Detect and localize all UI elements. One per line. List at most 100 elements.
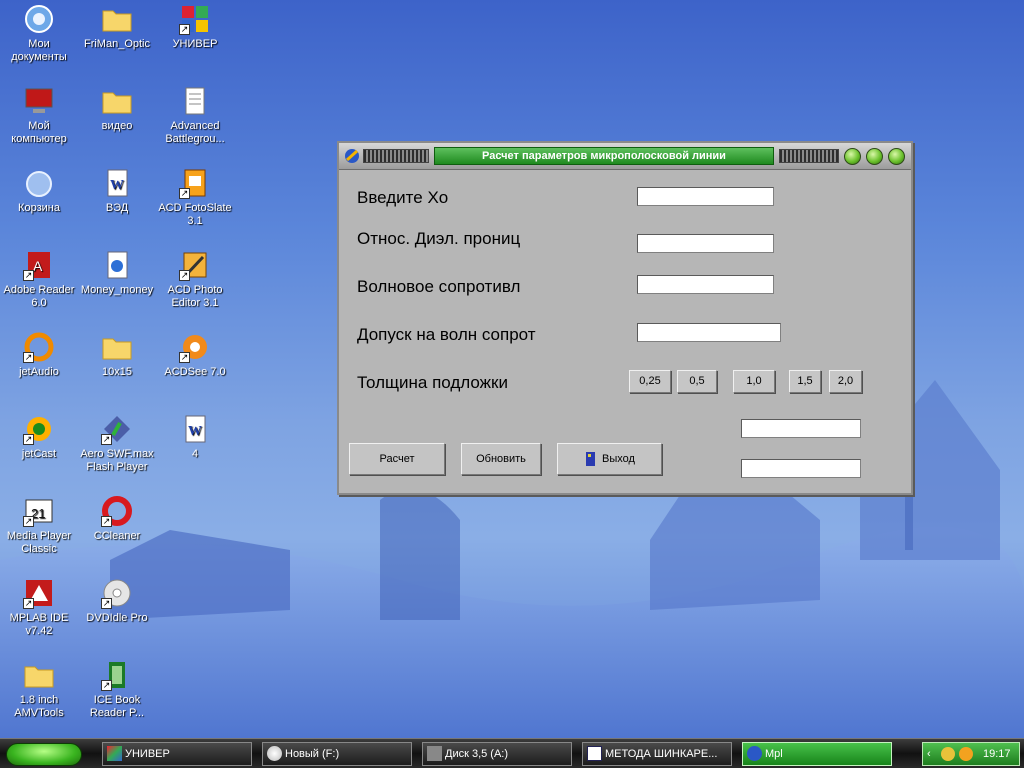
- desktop-icon[interactable]: FriMan_Optic: [78, 3, 156, 51]
- label-x0: Введите Xo: [357, 188, 449, 207]
- thickness-1-0-button[interactable]: 1,0: [733, 370, 775, 393]
- desktop-icon[interactable]: ↗ УНИВЕР: [156, 3, 234, 51]
- desktop-icon[interactable]: ↗ MPLAB IDE v7.42: [0, 577, 78, 638]
- app-icon[interactable]: [343, 147, 361, 165]
- title-grille-left: [363, 149, 429, 163]
- desktop-icon[interactable]: ↗ ACD FotoSlate 3.1: [156, 167, 234, 228]
- desktop-icon-label: MPLAB IDE v7.42: [9, 612, 69, 637]
- desktop-icon-label: jetCast: [21, 448, 57, 460]
- tray-app-icon-2[interactable]: [959, 747, 973, 761]
- desktop-icon-label: ВЭД: [105, 202, 129, 214]
- flash-player-icon: ↗: [101, 413, 133, 445]
- tolerance-input[interactable]: [637, 323, 781, 342]
- close-button[interactable]: [888, 148, 905, 165]
- acdsee-icon: ↗: [179, 331, 211, 363]
- title-grille-right: [779, 149, 839, 163]
- impedance-input[interactable]: [637, 275, 774, 294]
- taskbar: УНИВЕР Новый (F:) Диск 3,5 (A:) МЕТОДА Ш…: [0, 738, 1024, 768]
- shortcut-arrow-icon: ↗: [179, 270, 190, 281]
- desktop-icon[interactable]: A ↗ Adobe Reader 6.0: [0, 249, 78, 310]
- desktop-icon[interactable]: видео: [78, 85, 156, 133]
- taskbar-item-word-doc[interactable]: МЕТОДА ШИНКАРЕ...: [582, 742, 732, 766]
- desktop-icon[interactable]: ↗ CCleaner: [78, 495, 156, 543]
- shortcut-arrow-icon: ↗: [23, 434, 34, 445]
- taskbar-item-univer[interactable]: УНИВЕР: [102, 742, 252, 766]
- result-2-field[interactable]: [741, 459, 861, 478]
- tray-expand-icon[interactable]: ‹: [927, 743, 931, 765]
- desktop-icon[interactable]: Корзина: [0, 167, 78, 215]
- cd-drive-icon: [267, 746, 282, 761]
- calc-button[interactable]: Расчет: [349, 443, 445, 475]
- acd-photo-editor-icon: ↗: [179, 249, 211, 281]
- desktop-icon[interactable]: ↗ DVDIdle Pro: [78, 577, 156, 625]
- shortcut-arrow-icon: ↗: [101, 516, 112, 527]
- adobe-reader-icon: A ↗: [23, 249, 55, 281]
- start-button[interactable]: [6, 743, 82, 766]
- desktop-icon[interactable]: W4: [156, 413, 234, 461]
- svg-text:W: W: [188, 424, 202, 439]
- thickness-2-0-button[interactable]: 2,0: [829, 370, 862, 393]
- desktop-icon[interactable]: Advanced Battlegrou...: [156, 85, 234, 146]
- x0-input[interactable]: [637, 187, 774, 206]
- desktop-icon[interactable]: W ВЭД: [78, 167, 156, 215]
- folder-icon: [101, 331, 133, 363]
- desktop-icon-label: Money_money: [80, 284, 154, 296]
- desktop-icon[interactable]: 21 ↗ Media Player Classic: [0, 495, 78, 556]
- notepad-document-icon: [179, 85, 211, 117]
- word-document-icon: [587, 746, 602, 761]
- acd-fotoslate-icon: ↗: [179, 167, 211, 199]
- mplab-icon: ↗: [23, 577, 55, 609]
- minimize-button[interactable]: [844, 148, 861, 165]
- desktop-icon-label: ACD Photo Editor 3.1: [167, 284, 223, 309]
- refresh-button[interactable]: Обновить: [461, 443, 541, 475]
- desktop-icon[interactable]: ↗ Aero SWF.max Flash Player: [78, 413, 156, 474]
- desktop-icon-label: Aero SWF.max Flash Player: [80, 448, 154, 473]
- exit-button[interactable]: Выход: [557, 443, 662, 475]
- jetaudio-icon: ↗: [23, 331, 55, 363]
- floppy-drive-icon: [427, 746, 442, 761]
- eps-input[interactable]: [637, 234, 774, 253]
- desktop-icon[interactable]: Мои документы: [0, 3, 78, 64]
- desktop-icon-label: ICE Book Reader P...: [89, 694, 145, 719]
- taskbar-item-label: УНИВЕР: [125, 748, 170, 760]
- system-tray: ‹ 19:17: [922, 742, 1020, 766]
- desktop-icon[interactable]: ↗ ACDSee 7.0: [156, 331, 234, 379]
- desktop-icon[interactable]: ↗ jetAudio: [0, 331, 78, 379]
- result-1-field[interactable]: [741, 419, 861, 438]
- taskbar-item-drive-f[interactable]: Новый (F:): [262, 742, 412, 766]
- shortcut-arrow-icon: ↗: [101, 680, 112, 691]
- my-computer-icon: [23, 85, 55, 117]
- taskbar-item-floppy[interactable]: Диск 3,5 (A:): [422, 742, 572, 766]
- shortcut-arrow-icon: ↗: [179, 188, 190, 199]
- word-document-icon: W: [179, 413, 211, 445]
- desktop-icon[interactable]: Money_money: [78, 249, 156, 297]
- clock[interactable]: 19:17: [983, 743, 1011, 765]
- desktop-icon[interactable]: 10x15: [78, 331, 156, 379]
- media-player-classic-icon: 21 ↗: [23, 495, 55, 527]
- shortcut-arrow-icon: ↗: [23, 516, 34, 527]
- desktop-icon[interactable]: ↗ ACD Photo Editor 3.1: [156, 249, 234, 310]
- taskbar-item-mpl[interactable]: Mpl: [742, 742, 892, 766]
- ice-book-reader-icon: ↗: [101, 659, 133, 691]
- desktop-icon[interactable]: ↗ jetCast: [0, 413, 78, 461]
- taskbar-item-label: Диск 3,5 (A:): [445, 748, 509, 760]
- desktop-icon[interactable]: 1.8 inch AMVTools: [0, 659, 78, 720]
- title-bar[interactable]: Расчет параметров микрополосковой линии: [339, 143, 911, 170]
- taskbar-item-label: Mpl: [765, 748, 783, 760]
- svg-text:W: W: [110, 178, 124, 193]
- desktop-icon[interactable]: ↗ ICE Book Reader P...: [78, 659, 156, 720]
- maximize-button[interactable]: [866, 148, 883, 165]
- tray-app-icon[interactable]: [941, 747, 955, 761]
- thickness-1-5-button[interactable]: 1,5: [789, 370, 821, 393]
- shortcut-arrow-icon: ↗: [101, 434, 112, 445]
- app-icon: [747, 746, 762, 761]
- desktop-icon-label: jetAudio: [19, 366, 59, 378]
- desktop-icon-label: Мои документы: [11, 38, 67, 63]
- shortcut-arrow-icon: ↗: [101, 598, 112, 609]
- thickness-0-5-button[interactable]: 0,5: [677, 370, 717, 393]
- recycle-bin-icon: [23, 167, 55, 199]
- ccleaner-icon: ↗: [101, 495, 133, 527]
- jetcast-icon: ↗: [23, 413, 55, 445]
- thickness-0-25-button[interactable]: 0,25: [629, 370, 671, 393]
- desktop-icon[interactable]: Мой компьютер: [0, 85, 78, 146]
